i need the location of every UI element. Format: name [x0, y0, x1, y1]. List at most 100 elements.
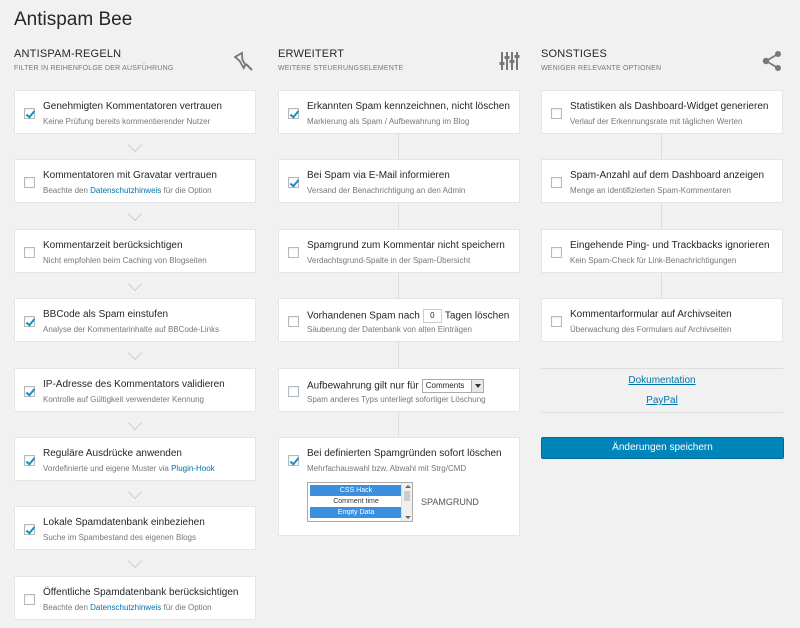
multiselect-option[interactable]: CSS Hack: [310, 485, 402, 496]
scrollbar[interactable]: [401, 483, 412, 521]
option-checkbox[interactable]: [551, 247, 562, 258]
documentation-link[interactable]: Dokumentation: [541, 375, 783, 386]
option-label: Genehmigten Kommentatoren vertrauen: [43, 101, 222, 112]
divider: [541, 412, 783, 413]
connector-line: [398, 273, 399, 298]
option-label: Erkannten Spam kennzeichnen, nicht lösch…: [307, 101, 510, 112]
option-checkbox[interactable]: [288, 247, 299, 258]
desc-link[interactable]: Datenschutzhinweis: [90, 186, 161, 195]
desc-text: Beachte den: [43, 186, 91, 195]
option-card: Aufbewahrung gilt nur für Comments Spam an…: [278, 368, 520, 412]
option-checkbox[interactable]: [24, 386, 35, 397]
option-checkbox[interactable]: [24, 316, 35, 327]
desc-text: für die Option: [161, 603, 212, 612]
chevron-down-icon: [127, 415, 143, 431]
option-checkbox[interactable]: [24, 247, 35, 258]
option-checkbox[interactable]: [24, 524, 35, 535]
option-checkbox[interactable]: [551, 316, 562, 327]
scroll-thumb[interactable]: [404, 491, 410, 501]
option-label: Kommentarformular auf Archivseiten: [570, 309, 732, 320]
column-advanced: ERWEITERT WEITERE STEUERUNGSELEMENTE: [278, 48, 520, 84]
spam-reasons-label: SPAMGRUND: [421, 497, 479, 507]
option-checkbox[interactable]: [24, 177, 35, 188]
days-input[interactable]: 0: [422, 309, 442, 323]
option-description: Mehrfachauswahl bzw. Abwahl mit Strg/CMD: [307, 464, 467, 473]
connector-line: [398, 342, 399, 368]
option-checkbox[interactable]: [288, 386, 299, 397]
desc-link[interactable]: Plugin-Hook: [171, 464, 215, 473]
option-card: BBCode als Spam einstufen Analyse der Kom…: [14, 298, 256, 342]
chevron-down-icon: [127, 206, 143, 222]
option-checkbox[interactable]: [24, 108, 35, 119]
divider: [541, 368, 783, 369]
option-label: Eingehende Ping- und Trackbacks ignorier…: [570, 240, 770, 251]
desc-text: für die Option: [161, 186, 212, 195]
multiselect-option[interactable]: Comment time: [310, 496, 402, 507]
option-label: Öffentliche Spamdatenbank berücksichtige…: [43, 587, 239, 598]
column-subtitle: WEITERE STEUERUNGSELEMENTE: [278, 65, 404, 72]
option-label: Kommentarzeit berücksichtigen: [43, 240, 183, 251]
paypal-link[interactable]: PayPal: [541, 395, 783, 406]
comment-type-select[interactable]: Comments: [421, 379, 484, 393]
select-value: Comments: [425, 381, 465, 390]
option-checkbox[interactable]: [288, 177, 299, 188]
option-label: Aufbewahrung gilt nur für Comments: [307, 379, 484, 393]
option-label: Statistiken als Dashboard-Widget generie…: [570, 101, 769, 112]
option-card: Vorhandenen Spam nach 0 Tagen löschen Säube…: [278, 298, 520, 342]
scroll-up-icon[interactable]: [405, 485, 411, 488]
column-title: SONSTIGES: [541, 48, 607, 60]
option-description: Keine Prüfung bereits kommentierender Nu…: [43, 117, 211, 126]
share-icon: [762, 51, 781, 71]
option-description: Versand der Benachrichtigung an den Admi…: [307, 186, 466, 195]
connector-line: [661, 273, 662, 298]
option-label: IP-Adresse des Kommentators validieren: [43, 379, 225, 390]
option-description: Analyse der Kommentarinhalte auf BBCode-…: [43, 325, 220, 334]
page-title: Antispam Bee: [14, 9, 133, 30]
chevron-down-icon: [127, 553, 143, 569]
option-description: Vordefinierte und eigene Muster via Plug…: [43, 464, 215, 473]
option-description: Kontrolle auf Gültigkeit verwendeter Ken…: [43, 395, 204, 404]
option-description: Überwachung des Formulars auf Archivseit…: [570, 325, 732, 334]
option-label-prefix: Vorhandenen Spam nach: [307, 310, 420, 322]
option-checkbox[interactable]: [288, 455, 299, 466]
option-description: Suche im Spambestand des eigenen Blogs: [43, 533, 196, 542]
option-card: Lokale Spamdatenbank einbeziehen Suche im…: [14, 506, 256, 550]
option-label-suffix: Tagen löschen: [444, 310, 510, 322]
option-card: Kommentarzeit berücksichtigen Nicht empfo…: [14, 229, 256, 273]
connector-line: [398, 203, 399, 229]
option-card: Reguläre Ausdrücke anwenden Vordefinierte…: [14, 437, 256, 481]
option-label: Spam-Anzahl auf dem Dashboard anzeigen: [570, 170, 765, 181]
column-subtitle: WENIGER RELEVANTE OPTIONEN: [541, 65, 662, 72]
scroll-down-icon[interactable]: [405, 516, 411, 519]
option-label: Bei definierten Spamgründen sofort lösch…: [307, 448, 502, 459]
connector-line: [661, 134, 662, 159]
option-checkbox[interactable]: [24, 594, 35, 605]
option-label-prefix: Aufbewahrung gilt nur für: [307, 380, 419, 392]
column-antispam-rules: ANTISPAM-REGELN FILTER IN REIHENFOLGE DE…: [14, 48, 256, 84]
chevron-down-icon: [127, 137, 143, 153]
column-misc: SONSTIGES WENIGER RELEVANTE OPTIONEN: [541, 48, 783, 84]
option-card: Öffentliche Spamdatenbank berücksichtige…: [14, 576, 256, 620]
chevron-down-icon: [127, 276, 143, 292]
save-button[interactable]: Änderungen speichern: [541, 437, 784, 459]
option-checkbox[interactable]: [24, 455, 35, 466]
option-card: Bei Spam via E-Mail informieren Versand d…: [278, 159, 520, 203]
option-card: Erkannten Spam kennzeichnen, nicht lösch…: [278, 90, 520, 134]
option-description: Verdachtsgrund-Spalte in der Spam-Übersi…: [307, 256, 471, 265]
column-header: SONSTIGES WENIGER RELEVANTE OPTIONEN: [541, 48, 783, 84]
connector-line: [398, 412, 399, 437]
spam-reasons-multiselect[interactable]: CSS Hack Comment time Empty Data: [307, 482, 413, 522]
multiselect-option[interactable]: Empty Data: [310, 507, 402, 518]
option-checkbox[interactable]: [551, 108, 562, 119]
option-checkbox[interactable]: [288, 316, 299, 327]
option-label: Spamgrund zum Kommentar nicht speichern: [307, 240, 505, 251]
option-card: Spam-Anzahl auf dem Dashboard anzeigen Me…: [541, 159, 783, 203]
desc-link[interactable]: Datenschutzhinweis: [90, 603, 161, 612]
chevron-down-icon: [127, 484, 143, 500]
column-header: ERWEITERT WEITERE STEUERUNGSELEMENTE: [278, 48, 520, 84]
option-card: Kommentatoren mit Gravatar vertrauen Beac…: [14, 159, 256, 203]
option-checkbox[interactable]: [288, 108, 299, 119]
option-card: Statistiken als Dashboard-Widget generie…: [541, 90, 783, 134]
chevron-down-icon[interactable]: [470, 380, 483, 392]
option-checkbox[interactable]: [551, 177, 562, 188]
